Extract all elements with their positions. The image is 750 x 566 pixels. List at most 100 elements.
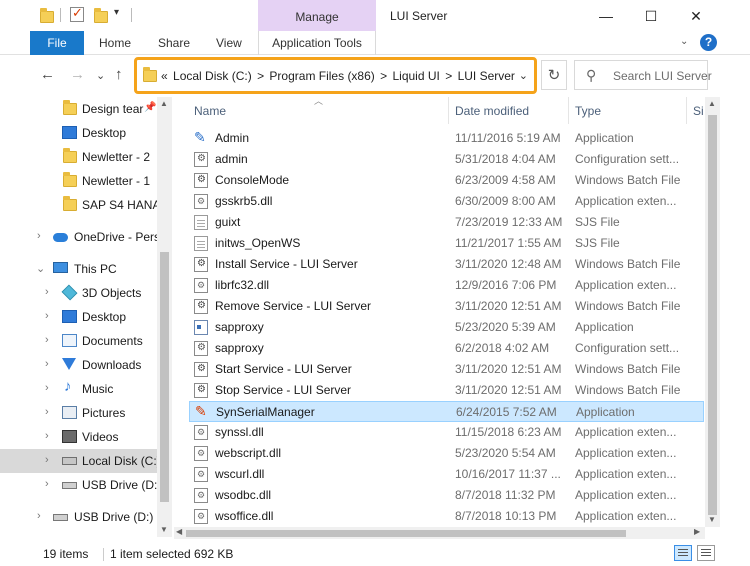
column-divider[interactable] (686, 97, 687, 124)
file-row[interactable]: wsoffice.dll 8/7/2018 10:13 PM Applicati… (189, 506, 704, 527)
scroll-right-icon[interactable]: ▶ (694, 527, 700, 536)
tab-manage[interactable]: Manage (258, 0, 376, 31)
nav-item-3d-objects[interactable]: › 3D Objects (0, 281, 172, 305)
nav-item-newletter-2[interactable]: Newletter - 2 (0, 145, 172, 169)
up-button[interactable]: ↑ (115, 66, 123, 83)
address-bar[interactable]: « Local Disk (C:) > Program Files (x86) … (134, 57, 537, 94)
nav-item-this-pc[interactable]: ⌄ This PC (0, 257, 172, 281)
expand-icon[interactable]: › (37, 230, 41, 242)
folder-icon[interactable] (40, 8, 54, 23)
expand-icon[interactable]: › (45, 406, 49, 418)
file-row[interactable]: Install Service - LUI Server 3/11/2020 1… (189, 254, 704, 275)
file-row[interactable]: initws_OpenWS 11/21/2017 1:55 AM SJS Fil… (189, 233, 704, 254)
file-row[interactable]: admin 5/31/2018 4:04 AM Configuration se… (189, 149, 704, 170)
nav-item-newletter-1[interactable]: Newletter - 1 (0, 169, 172, 193)
horizontal-scrollbar[interactable]: ◀ ▶ (174, 527, 705, 539)
scroll-up-icon[interactable]: ▲ (708, 99, 716, 108)
collapse-icon[interactable]: ⌄ (36, 262, 45, 275)
scrollbar-thumb[interactable] (186, 530, 626, 537)
expand-icon[interactable]: › (45, 310, 49, 322)
file-row[interactable]: Remove Service - LUI Server 3/11/2020 12… (189, 296, 704, 317)
maximize-button[interactable]: ☐ (628, 4, 674, 28)
expand-icon[interactable]: › (45, 382, 49, 394)
nav-item-sap-s4-hana[interactable]: SAP S4 HANA (0, 193, 172, 217)
file-row[interactable]: wscurl.dll 10/16/2017 11:37 ... Applicat… (189, 464, 704, 485)
column-divider[interactable] (568, 97, 569, 124)
expand-icon[interactable]: › (45, 430, 49, 442)
pin-icon[interactable]: 📌 (144, 102, 156, 113)
column-header-size[interactable]: Si (693, 104, 703, 118)
address-dropdown-icon[interactable]: ⌄ (519, 69, 528, 82)
nav-item-videos[interactable]: › Videos (0, 425, 172, 449)
nav-item-music[interactable]: › ♪ Music (0, 377, 172, 401)
nav-item-design-team[interactable]: Design tear 📌 (0, 97, 172, 121)
back-button[interactable]: ← (40, 66, 55, 83)
properties-icon[interactable] (70, 5, 84, 22)
file-row[interactable]: sapproxy 6/2/2018 4:02 AM Configuration … (189, 338, 704, 359)
refresh-button[interactable]: ↻ (541, 60, 567, 90)
expand-icon[interactable]: › (45, 478, 49, 490)
breadcrumb-separator[interactable]: > (257, 69, 264, 83)
file-row[interactable]: Stop Service - LUI Server 3/11/2020 12:5… (189, 380, 704, 401)
nav-item-documents[interactable]: › Documents (0, 329, 172, 353)
column-header-name[interactable]: Name (194, 104, 226, 118)
nav-item-desktop[interactable]: › Desktop (0, 305, 172, 329)
tab-application-tools[interactable]: Application Tools (258, 31, 376, 55)
nav-item-onedrive[interactable]: › OneDrive - Pers (0, 225, 172, 249)
nav-pane-scrollbar[interactable]: ▲ ▼ (157, 97, 172, 537)
new-folder-icon[interactable] (94, 8, 108, 23)
column-header-date[interactable]: Date modified (455, 104, 529, 118)
file-row[interactable]: sapproxy 5/23/2020 5:39 AM Application (189, 317, 704, 338)
nav-item-usb-drive-pc[interactable]: › USB Drive (D:) (0, 473, 172, 497)
scroll-left-icon[interactable]: ◀ (176, 527, 182, 536)
breadcrumb-program-files[interactable]: Program Files (x86) (269, 69, 374, 83)
help-icon[interactable]: ? (700, 34, 717, 51)
column-header-type[interactable]: Type (575, 104, 601, 118)
search-input[interactable]: ⚲ Search LUI Server (574, 60, 712, 90)
scroll-up-icon[interactable]: ▲ (160, 99, 168, 108)
expand-icon[interactable]: › (45, 454, 49, 466)
breadcrumb-separator[interactable]: > (380, 69, 387, 83)
file-row[interactable]: gsskrb5.dll 6/30/2009 8:00 AM Applicatio… (189, 191, 704, 212)
nav-item-usb-drive[interactable]: › USB Drive (D:) (0, 505, 172, 529)
customize-quick-access-icon[interactable]: ▾ (114, 7, 119, 18)
breadcrumb-lui-server[interactable]: LUI Server (458, 69, 515, 83)
expand-icon[interactable]: › (45, 334, 49, 346)
breadcrumb-overflow[interactable]: « (161, 69, 168, 83)
nav-item-local-disk[interactable]: › Local Disk (C:) (0, 449, 172, 473)
large-icons-view-button[interactable] (697, 545, 715, 561)
file-row[interactable]: Admin 11/11/2016 5:19 AM Application (189, 128, 704, 149)
scrollbar-thumb[interactable] (160, 252, 169, 502)
forward-button[interactable]: → (70, 66, 85, 83)
expand-ribbon-icon[interactable]: ⌄ (680, 36, 688, 47)
file-row[interactable]: librfc32.dll 12/9/2016 7:06 PM Applicati… (189, 275, 704, 296)
expand-icon[interactable]: › (37, 510, 41, 522)
scroll-down-icon[interactable]: ▼ (708, 515, 716, 524)
file-row[interactable]: synssl.dll 11/15/2018 6:23 AM Applicatio… (189, 422, 704, 443)
file-row-selected[interactable]: SynSerialManager 6/24/2015 7:52 AM Appli… (189, 401, 704, 422)
details-view-button[interactable] (674, 545, 692, 561)
file-row[interactable]: ConsoleMode 6/23/2009 4:58 AM Windows Ba… (189, 170, 704, 191)
tab-view[interactable]: View (216, 31, 242, 55)
tab-share[interactable]: Share (158, 31, 190, 55)
breadcrumb-separator[interactable]: > (445, 69, 452, 83)
recent-locations-button[interactable]: ⌄ (96, 69, 105, 82)
expand-icon[interactable]: › (45, 358, 49, 370)
nav-item-pictures[interactable]: › Pictures (0, 401, 172, 425)
nav-item-desktop-quick[interactable]: Desktop (0, 121, 172, 145)
tab-file[interactable]: File (30, 31, 84, 55)
expand-icon[interactable]: › (45, 286, 49, 298)
breadcrumb-liquid-ui[interactable]: Liquid UI (392, 69, 439, 83)
scrollbar-thumb[interactable] (708, 115, 717, 515)
tab-home[interactable]: Home (99, 31, 131, 55)
file-row[interactable]: webscript.dll 5/23/2020 5:54 AM Applicat… (189, 443, 704, 464)
nav-item-downloads[interactable]: › Downloads (0, 353, 172, 377)
file-row[interactable]: guixt 7/23/2019 12:33 AM SJS File (189, 212, 704, 233)
file-row[interactable]: Start Service - LUI Server 3/11/2020 12:… (189, 359, 704, 380)
scroll-down-icon[interactable]: ▼ (160, 525, 168, 534)
breadcrumb-local-disk[interactable]: Local Disk (C:) (173, 69, 252, 83)
minimize-button[interactable]: — (583, 4, 629, 28)
file-list-scrollbar[interactable]: ▲ ▼ (705, 97, 720, 527)
column-divider[interactable] (448, 97, 449, 124)
close-button[interactable]: ✕ (673, 4, 719, 28)
